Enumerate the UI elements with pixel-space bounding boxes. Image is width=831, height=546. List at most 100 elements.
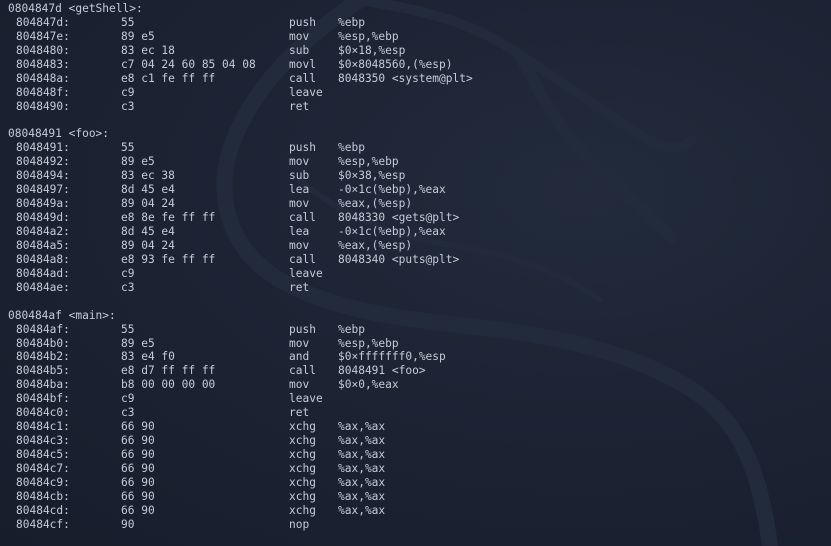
instruction-bytes: 66 90 bbox=[121, 503, 155, 517]
instruction-address: 80484c0: bbox=[16, 406, 70, 420]
instruction-row: 804848f: c9 leave bbox=[8, 86, 828, 100]
instruction-row: 8048483: c7 04 24 60 85 04 08 movl $0×80485… bbox=[8, 58, 828, 72]
instruction-bytes: 55 bbox=[121, 141, 135, 155]
instruction-address: 80484cb: bbox=[16, 489, 70, 503]
instruction-bytes: 66 90 bbox=[121, 448, 155, 461]
instruction-mnemonic: xchg bbox=[289, 434, 316, 448]
instruction-mnemonic: xchg bbox=[289, 420, 316, 434]
instruction-mnemonic: xchg bbox=[289, 475, 316, 489]
function-label: 080484af <main>: bbox=[8, 309, 828, 323]
instruction-row: 80484a8: e8 93 fe ff ff call 8048340 <puts@… bbox=[8, 253, 828, 267]
instruction-address: 804847e: bbox=[16, 29, 70, 43]
instruction-row: 8048490: c3 ret bbox=[8, 100, 828, 114]
disassembly-listing: 0804847d <getShell>: 804847d: 55 push %ebp 80… bbox=[8, 2, 828, 532]
instruction-operands: %esp,%ebp bbox=[338, 155, 399, 169]
instruction-operands: 8048350 <system@plt> bbox=[338, 71, 473, 85]
instruction-address: 80484ae: bbox=[16, 280, 70, 294]
instruction-operands: $0×fffffff0,%esp bbox=[338, 350, 446, 364]
instruction-operands: %esp,%ebp bbox=[338, 336, 399, 350]
instruction-mnemonic: sub bbox=[289, 169, 310, 183]
instruction-bytes: c3 bbox=[121, 406, 135, 420]
instruction-address: 80484c7: bbox=[16, 461, 70, 475]
function-label: 0804847d <getShell>: bbox=[8, 2, 828, 16]
instruction-operands: -0×1c(%ebp),%eax bbox=[338, 225, 446, 238]
terminal-window[interactable]: 0804847d <getShell>: 804847d: 55 push %ebp 80… bbox=[0, 0, 831, 546]
instruction-bytes: b8 00 00 00 00 bbox=[121, 378, 216, 392]
instruction-bytes: c9 bbox=[121, 266, 135, 280]
instruction-operands: %ax,%ax bbox=[338, 489, 386, 503]
instruction-operands: %ax,%ax bbox=[338, 448, 386, 461]
function-label-text: 08048491 <foo>: bbox=[8, 127, 110, 141]
instruction-row: 804847d: 55 push %ebp bbox=[8, 16, 828, 30]
instruction-row: 80484ba: b8 00 00 00 00 mov $0×0,%eax bbox=[8, 378, 828, 392]
instruction-address: 8048480: bbox=[16, 43, 70, 57]
instruction-address: 80484c3: bbox=[16, 434, 70, 448]
instruction-bytes: 8d 45 e4 bbox=[121, 183, 175, 197]
instruction-address: 80484a2: bbox=[16, 225, 70, 238]
instruction-bytes: c9 bbox=[121, 85, 135, 99]
instruction-row: 80484a5: 89 04 24 mov %eax,(%esp) bbox=[8, 239, 828, 253]
instruction-bytes: 89 e5 bbox=[121, 29, 155, 43]
instruction-mnemonic: xchg bbox=[289, 461, 316, 475]
instruction-row: 80484c7: 66 90 xchg %ax,%ax bbox=[8, 462, 828, 476]
instruction-row: 804847e: 89 e5 mov %esp,%ebp bbox=[8, 30, 828, 44]
instruction-bytes: 89 04 24 bbox=[121, 238, 175, 252]
instruction-mnemonic: leave bbox=[289, 85, 323, 99]
instruction-bytes: c3 bbox=[121, 280, 135, 294]
instruction-operands: %ebp bbox=[338, 322, 365, 336]
instruction-address: 804848f: bbox=[16, 85, 70, 99]
instruction-mnemonic: mov bbox=[289, 238, 310, 252]
instruction-mnemonic: leave bbox=[289, 392, 323, 406]
instruction-mnemonic: ret bbox=[289, 280, 310, 294]
instruction-bytes: 83 ec 18 bbox=[121, 43, 175, 57]
instruction-mnemonic: push bbox=[289, 15, 316, 29]
instruction-operands: $0×8048560,(%esp) bbox=[338, 57, 453, 71]
instruction-mnemonic: call bbox=[289, 364, 316, 378]
instruction-mnemonic: leave bbox=[289, 266, 323, 280]
instruction-address: 8048490: bbox=[16, 99, 70, 113]
instruction-mnemonic: mov bbox=[289, 378, 310, 392]
instruction-address: 804847d: bbox=[16, 15, 70, 29]
instruction-operands: %ebp bbox=[338, 15, 365, 29]
instruction-row: 80484b2: 83 e4 f0 and $0×fffffff0,%esp bbox=[8, 350, 828, 364]
instruction-operands: %eax,(%esp) bbox=[338, 197, 413, 211]
instruction-row: 804849d: e8 8e fe ff ff call 8048330 <gets@… bbox=[8, 211, 828, 225]
instruction-mnemonic: push bbox=[289, 322, 316, 336]
instruction-mnemonic: push bbox=[289, 141, 316, 155]
instruction-address: 804849d: bbox=[16, 211, 70, 225]
instruction-row: 804849a: 89 04 24 mov %eax,(%esp) bbox=[8, 197, 828, 211]
instruction-row: 80484c5: 66 90 xchg %ax,%ax bbox=[8, 448, 828, 462]
instruction-row: 80484af: 55 push %ebp bbox=[8, 323, 828, 337]
instruction-mnemonic: call bbox=[289, 71, 316, 85]
instruction-bytes: c7 04 24 60 85 04 08 bbox=[121, 57, 256, 71]
instruction-row: 80484c9: 66 90 xchg %ax,%ax bbox=[8, 476, 828, 490]
instruction-address: 80484c5: bbox=[16, 448, 70, 461]
instruction-address: 80484a5: bbox=[16, 238, 70, 252]
instruction-operands: 8048340 <puts@plt> bbox=[338, 252, 460, 266]
instruction-bytes: 66 90 bbox=[121, 489, 155, 503]
instruction-bytes: e8 93 fe ff ff bbox=[121, 252, 216, 266]
instruction-bytes: 83 e4 f0 bbox=[121, 350, 175, 364]
instruction-operands: 8048330 <gets@plt> bbox=[338, 211, 460, 225]
instruction-address: 8048497: bbox=[16, 183, 70, 197]
instruction-row: 80484b0: 89 e5 mov %esp,%ebp bbox=[8, 337, 828, 351]
instruction-mnemonic: xchg bbox=[289, 503, 316, 517]
instruction-row: 80484ae: c3 ret bbox=[8, 281, 828, 295]
instruction-mnemonic: nop bbox=[289, 517, 310, 531]
instruction-mnemonic: call bbox=[289, 211, 316, 225]
instruction-mnemonic: xchg bbox=[289, 448, 316, 461]
instruction-mnemonic: movl bbox=[289, 57, 316, 71]
instruction-mnemonic: mov bbox=[289, 29, 310, 43]
instruction-address: 80484b0: bbox=[16, 336, 70, 350]
instruction-mnemonic: ret bbox=[289, 99, 310, 113]
instruction-address: 8048483: bbox=[16, 57, 70, 71]
instruction-row: 8048491: 55 push %ebp bbox=[8, 141, 828, 155]
instruction-bytes: 66 90 bbox=[121, 461, 155, 475]
instruction-row: 8048497: 8d 45 e4 lea -0×1c(%ebp),%eax bbox=[8, 183, 828, 197]
instruction-operands: $0×0,%eax bbox=[338, 378, 399, 392]
instruction-address: 8048494: bbox=[16, 169, 70, 183]
instruction-address: 804848a: bbox=[16, 71, 70, 85]
instruction-bytes: e8 d7 ff ff ff bbox=[121, 364, 216, 378]
instruction-operands: %eax,(%esp) bbox=[338, 238, 413, 252]
